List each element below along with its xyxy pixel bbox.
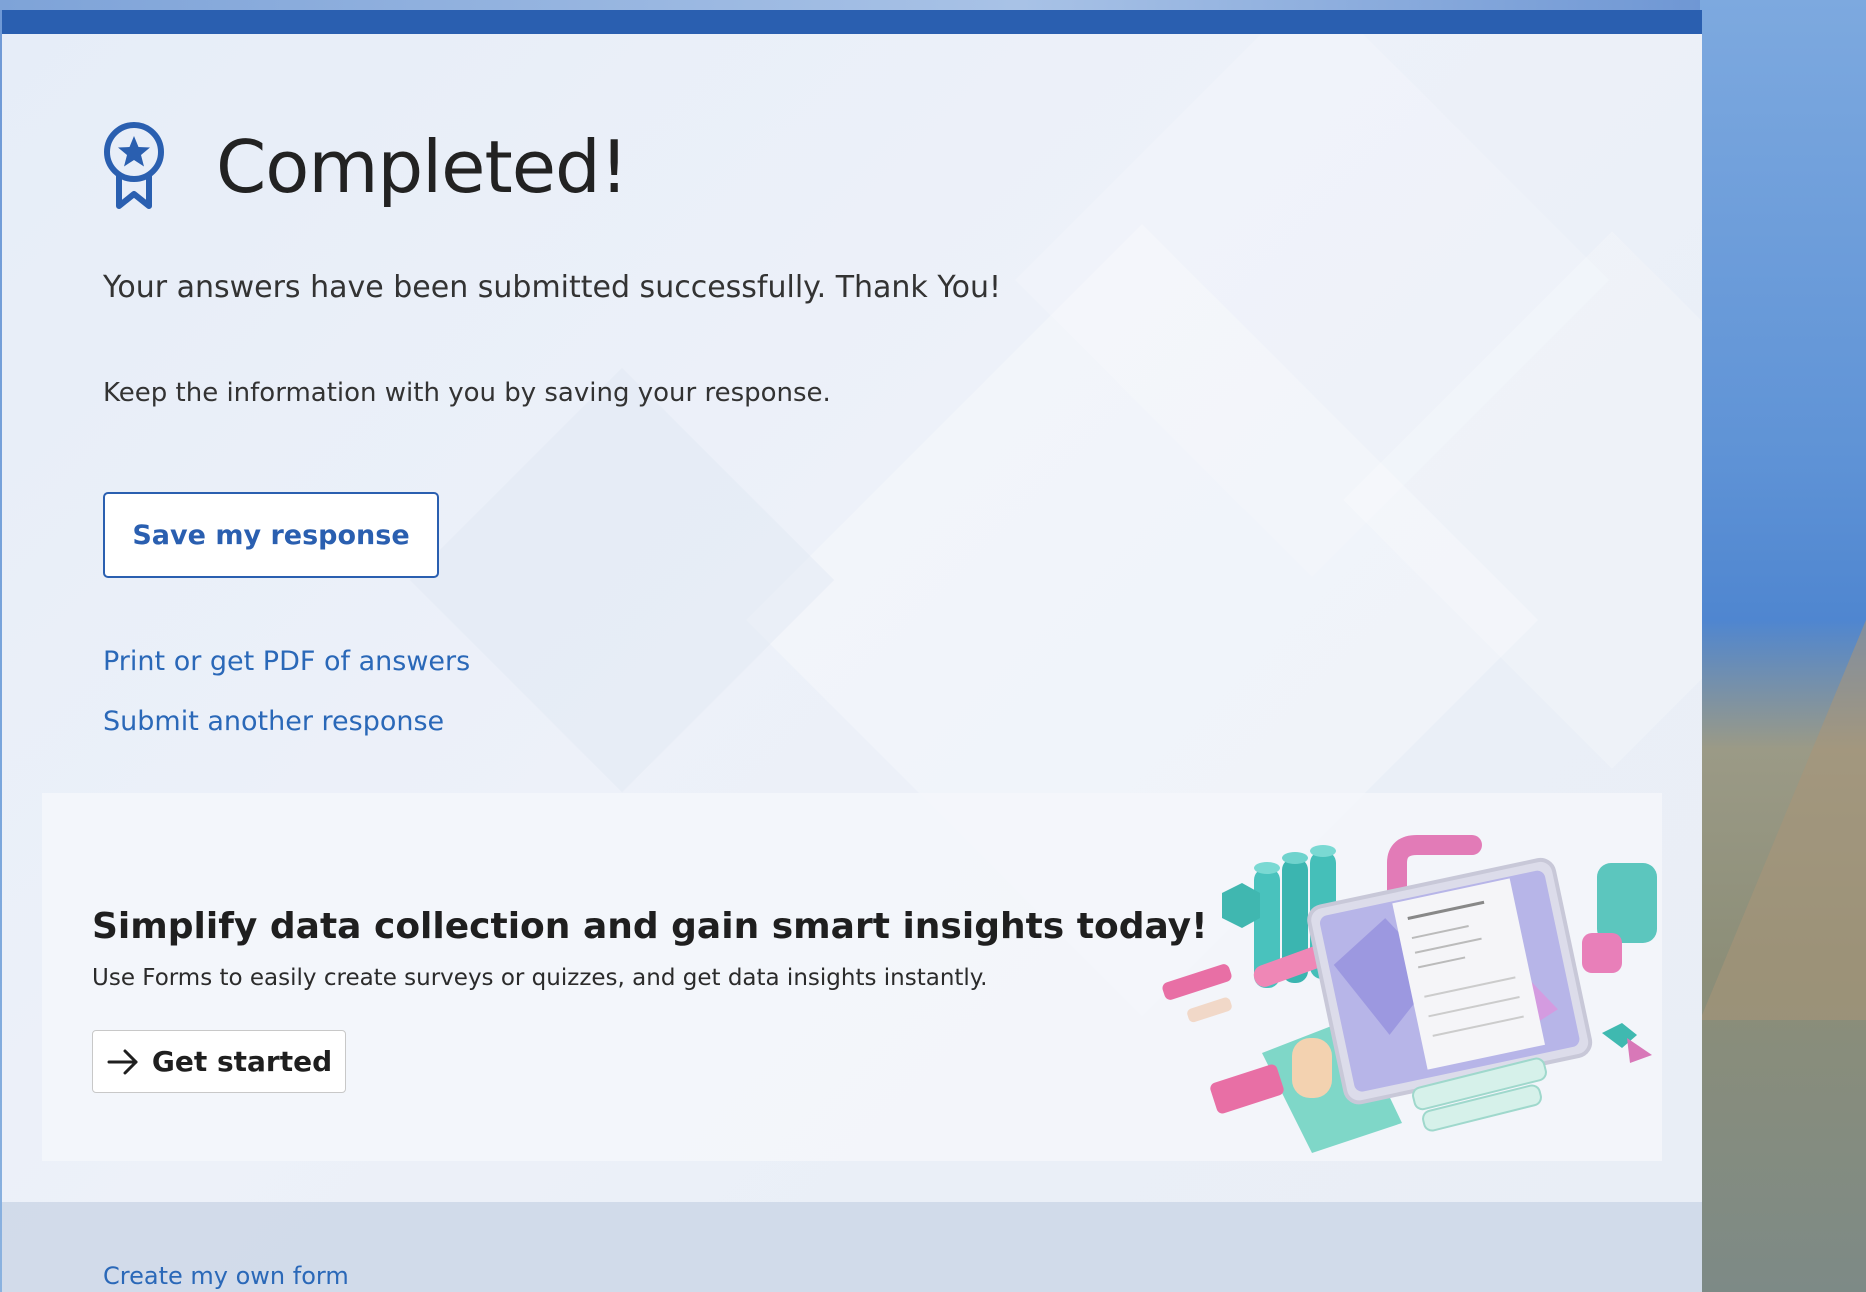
form-card: Completed! Your answers have been submit… bbox=[2, 10, 1702, 1292]
save-prompt-text: Keep the information with you by saving … bbox=[103, 378, 831, 408]
award-ribbon-icon bbox=[104, 122, 164, 209]
forms-illustration bbox=[1162, 835, 1657, 1153]
get-started-button[interactable]: Get started bbox=[92, 1030, 346, 1093]
page-title: Completed! bbox=[216, 125, 629, 209]
save-my-response-button[interactable]: Save my response bbox=[103, 492, 439, 578]
print-pdf-link[interactable]: Print or get PDF of answers bbox=[103, 646, 470, 677]
arrow-right-icon bbox=[107, 1049, 138, 1074]
get-started-label: Get started bbox=[151, 1045, 333, 1078]
submission-success-message: Your answers have been submitted success… bbox=[103, 270, 1002, 305]
create-my-own-form-link[interactable]: Create my own form bbox=[103, 1262, 349, 1290]
title-row: Completed! bbox=[102, 122, 629, 212]
promo-title: Simplify data collection and gain smart … bbox=[92, 906, 1208, 947]
window-top-strip bbox=[0, 0, 1700, 10]
promo-subtitle: Use Forms to easily create surveys or qu… bbox=[92, 965, 988, 991]
desktop-wallpaper bbox=[1700, 0, 1866, 1292]
submit-another-response-link[interactable]: Submit another response bbox=[103, 706, 444, 737]
promo-banner: Simplify data collection and gain smart … bbox=[42, 793, 1662, 1161]
footer: Create my own form bbox=[2, 1202, 1702, 1292]
